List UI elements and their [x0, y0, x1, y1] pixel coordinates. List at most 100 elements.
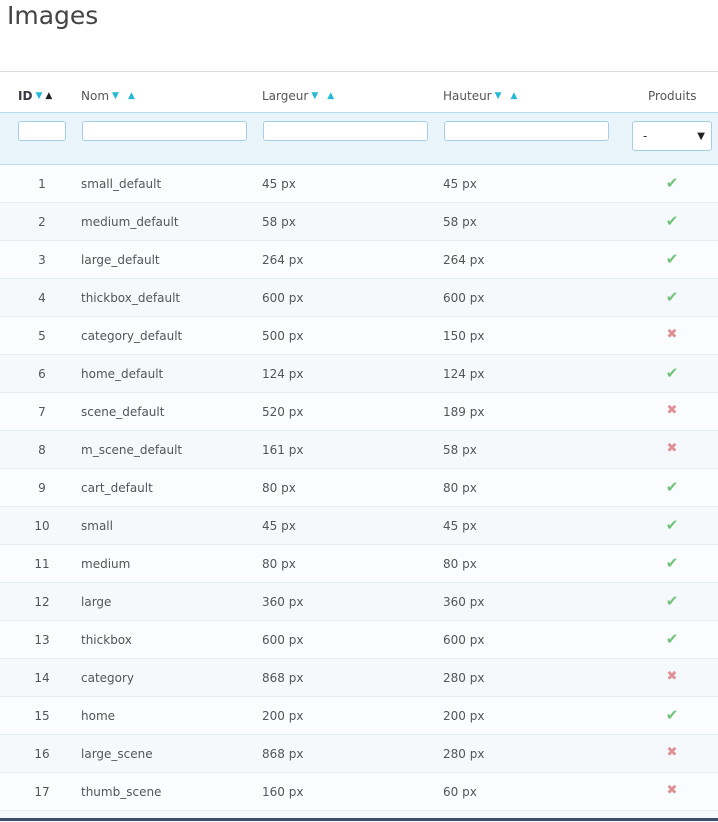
cell-name: small: [81, 519, 113, 533]
table-row[interactable]: 7 scene_default 520 px 189 px ✖: [0, 393, 718, 431]
cell-height: 280 px: [443, 671, 485, 685]
table-row[interactable]: 11 medium 80 px 80 px ✔: [0, 545, 718, 583]
table-row[interactable]: 15 home 200 px 200 px ✔: [0, 697, 718, 735]
check-icon[interactable]: ✔: [660, 212, 684, 230]
column-header-name-label: Nom: [81, 89, 110, 103]
cell-id: 6: [38, 367, 46, 381]
filter-width-input[interactable]: [263, 121, 428, 141]
cell-id: 17: [34, 785, 50, 799]
sort-desc-icon[interactable]: ▼: [35, 91, 42, 101]
cell-id: 12: [34, 595, 50, 609]
table-row[interactable]: 16 large_scene 868 px 280 px ✖: [0, 735, 718, 773]
check-icon[interactable]: ✔: [660, 554, 684, 572]
cell-id: 16: [34, 747, 50, 761]
cell-name: thickbox_default: [81, 291, 181, 305]
check-icon[interactable]: ✔: [660, 478, 684, 496]
cell-width: 360 px: [262, 595, 304, 609]
cell-width: 45 px: [262, 177, 296, 191]
table-row[interactable]: 17 thumb_scene 160 px 60 px ✖: [0, 773, 718, 811]
table-row[interactable]: 13 thickbox 600 px 600 px ✔: [0, 621, 718, 659]
sort-asc-icon[interactable]: ▲: [511, 91, 518, 101]
check-icon[interactable]: ✔: [660, 288, 684, 306]
cell-width: 264 px: [262, 253, 304, 267]
cell-height: 150 px: [443, 329, 485, 343]
cell-width: 161 px: [262, 443, 304, 457]
cell-id: 10: [34, 519, 50, 533]
cross-icon[interactable]: ✖: [660, 403, 684, 418]
cross-icon[interactable]: ✖: [660, 745, 684, 760]
cell-id: 8: [38, 443, 46, 457]
caret-down-icon: ▼: [697, 130, 705, 142]
table-row[interactable]: 2 medium_default 58 px 58 px ✔: [0, 203, 718, 241]
cell-height: 45 px: [443, 519, 477, 533]
cell-name: thumb_scene: [81, 785, 162, 799]
cell-name: medium_default: [81, 215, 179, 229]
cell-width: 80 px: [262, 557, 296, 571]
filter-name-input[interactable]: [82, 121, 247, 141]
cross-icon[interactable]: ✖: [660, 669, 684, 684]
table-row[interactable]: 6 home_default 124 px 124 px ✔: [0, 355, 718, 393]
cell-name: large_scene: [81, 747, 153, 761]
table-row[interactable]: 1 small_default 45 px 45 px ✔: [0, 165, 718, 203]
cell-id: 9: [38, 481, 46, 495]
cell-id: 14: [34, 671, 50, 685]
cell-width: 200 px: [262, 709, 304, 723]
cell-width: 600 px: [262, 291, 304, 305]
table-header-row: ID ▼ ▲ Nom ▼ ▲ Largeur ▼ ▲ Hauteur ▼ ▲ P…: [0, 72, 718, 112]
column-header-width-label: Largeur: [262, 89, 309, 103]
sort-asc-icon[interactable]: ▲: [128, 91, 135, 101]
check-icon[interactable]: ✔: [660, 364, 684, 382]
cell-height: 600 px: [443, 291, 485, 305]
cell-width: 520 px: [262, 405, 304, 419]
cell-height: 45 px: [443, 177, 477, 191]
cell-id: 2: [38, 215, 46, 229]
table-row[interactable]: 14 category 868 px 280 px ✖: [0, 659, 718, 697]
sort-asc-icon[interactable]: ▲: [45, 91, 52, 101]
table-row[interactable]: 12 large 360 px 360 px ✔: [0, 583, 718, 621]
check-icon[interactable]: ✔: [660, 630, 684, 648]
cell-width: 600 px: [262, 633, 304, 647]
sort-desc-icon[interactable]: ▼: [495, 91, 502, 101]
cell-name: home_default: [81, 367, 164, 381]
cross-icon[interactable]: ✖: [660, 441, 684, 456]
column-header-products: Produits: [648, 89, 697, 103]
cell-name: cart_default: [81, 481, 153, 495]
filter-products-select[interactable]: - ▼: [632, 121, 712, 151]
cell-name: scene_default: [81, 405, 165, 419]
images-table: ID ▼ ▲ Nom ▼ ▲ Largeur ▼ ▲ Hauteur ▼ ▲ P…: [0, 71, 718, 822]
table-row[interactable]: 4 thickbox_default 600 px 600 px ✔: [0, 279, 718, 317]
column-header-width: Largeur ▼ ▲: [262, 89, 334, 103]
column-header-name: Nom ▼ ▲: [81, 89, 135, 103]
cell-height: 280 px: [443, 747, 485, 761]
filter-height-input[interactable]: [444, 121, 609, 141]
table-row[interactable]: 5 category_default 500 px 150 px ✖: [0, 317, 718, 355]
cell-height: 60 px: [443, 785, 477, 799]
table-row[interactable]: 10 small 45 px 45 px ✔: [0, 507, 718, 545]
check-icon[interactable]: ✔: [660, 592, 684, 610]
column-header-products-label: Produits: [648, 89, 697, 103]
cross-icon[interactable]: ✖: [660, 783, 684, 798]
cell-id: 1: [38, 177, 46, 191]
cell-height: 124 px: [443, 367, 485, 381]
cell-name: m_scene_default: [81, 443, 183, 457]
table-row[interactable]: 9 cart_default 80 px 80 px ✔: [0, 469, 718, 507]
cross-icon[interactable]: ✖: [660, 327, 684, 342]
page-title: Images: [7, 1, 99, 30]
cell-width: 868 px: [262, 671, 304, 685]
filter-id-input[interactable]: [18, 121, 66, 141]
sort-desc-icon[interactable]: ▼: [112, 91, 119, 101]
column-header-id: ID ▼ ▲: [18, 89, 52, 103]
check-icon[interactable]: ✔: [660, 250, 684, 268]
cell-id: 4: [38, 291, 46, 305]
sort-asc-icon[interactable]: ▲: [327, 91, 334, 101]
table-row[interactable]: 8 m_scene_default 161 px 58 px ✖: [0, 431, 718, 469]
check-icon[interactable]: ✔: [660, 516, 684, 534]
check-icon[interactable]: ✔: [660, 174, 684, 192]
cell-height: 58 px: [443, 215, 477, 229]
filter-row: - ▼: [0, 112, 718, 165]
sort-desc-icon[interactable]: ▼: [311, 91, 318, 101]
check-icon[interactable]: ✔: [660, 706, 684, 724]
cell-width: 868 px: [262, 747, 304, 761]
table-row[interactable]: 3 large_default 264 px 264 px ✔: [0, 241, 718, 279]
cell-name: home: [81, 709, 116, 723]
